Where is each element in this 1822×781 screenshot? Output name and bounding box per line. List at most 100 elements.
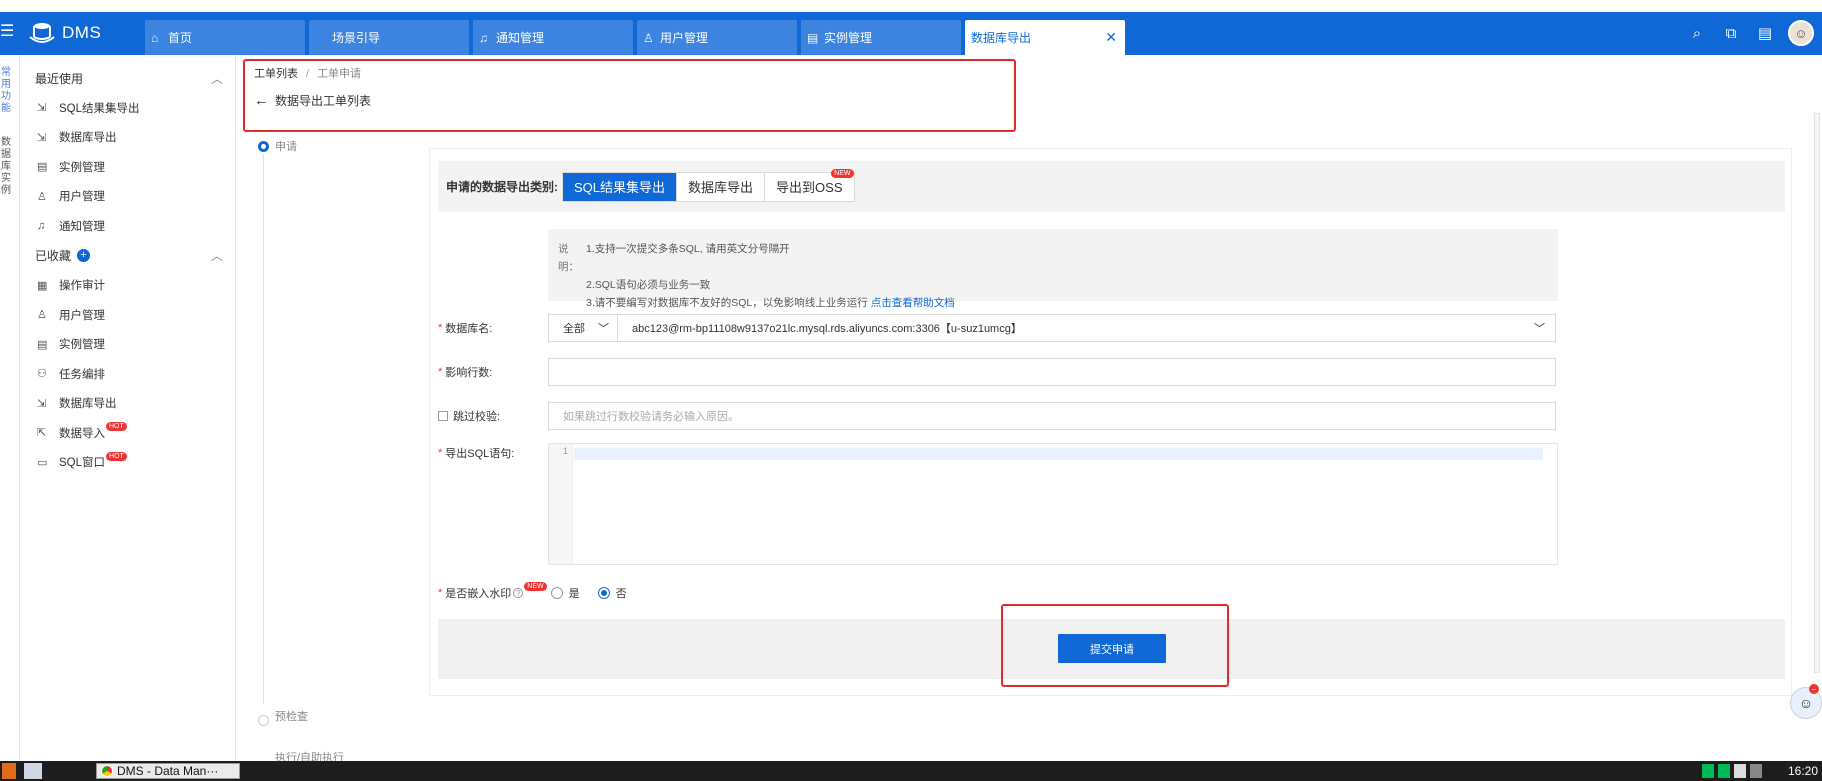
skip-check-checkbox[interactable] — [438, 411, 448, 421]
type-sql-result-export[interactable]: SQL结果集导出 — [563, 172, 678, 201]
system-tray — [1702, 763, 1782, 779]
db-name-label: 数据库名: — [445, 323, 493, 335]
step-line — [263, 154, 264, 704]
tab-notification[interactable]: ♫ 通知管理 — [473, 20, 633, 55]
new-badge: NEW — [831, 168, 854, 178]
copy-icon[interactable]: ⧉ — [1714, 25, 1748, 42]
help-doc-link[interactable]: 点击查看帮助文档 — [871, 294, 955, 312]
avatar[interactable]: ☺ — [1788, 20, 1814, 46]
sidebar-item-task-flow[interactable]: ⚇ 任务编排 — [21, 359, 235, 389]
cpu-monitor-icon — [1702, 764, 1714, 778]
chevron-up-icon[interactable]: ︿ — [211, 247, 223, 264]
hot-badge: HOT — [106, 451, 127, 461]
network-monitor-icon — [1718, 764, 1730, 778]
tab-home[interactable]: ⌂ 首页 — [145, 20, 305, 55]
keyboard-icon[interactable] — [1750, 764, 1762, 778]
sidebar-item-data-import[interactable]: ⇱ 数据导入 HOT — [21, 418, 235, 448]
tab-user-mgmt[interactable]: ♙ 用户管理 — [637, 20, 797, 55]
line-number: 1 — [549, 444, 573, 564]
export-icon: ⇲ — [37, 397, 47, 410]
tab-db-export[interactable]: 数据库导出 ✕ — [965, 20, 1125, 55]
file-manager-icon[interactable] — [24, 763, 42, 779]
rail-common[interactable]: 常用功能 — [0, 67, 19, 115]
hot-badge: HOT — [106, 422, 127, 432]
affected-rows-label: 影响行数: — [445, 367, 493, 379]
sidebar-item-notify[interactable]: ♫ 通知管理 — [21, 211, 235, 241]
menu-icon[interactable]: ☰ — [0, 24, 14, 40]
sidebar-item-audit[interactable]: ▦ 操作审计 — [21, 271, 235, 301]
database-icon: ▤ — [807, 30, 819, 45]
minimize-icon[interactable]: − — [1809, 684, 1819, 694]
step-label-apply: 申请 — [275, 141, 297, 153]
top-header: ☰ DMS ⌂ 首页 场景引导 ♫ 通知管理 ♙ 用户管理 ▤ 实例管理 数据库导出 ✕ … — [0, 12, 1822, 55]
user-icon: ♙ — [37, 190, 47, 203]
chevron-down-icon: ﹀ — [1534, 323, 1545, 335]
add-favorite-icon[interactable]: + — [77, 249, 91, 262]
db-name-row: * 数据库名: 全部 ﹀ abc123@rm-bp11108w9137o21lc.m… — [438, 314, 1556, 342]
database-icon: ▤ — [37, 161, 48, 174]
left-rail: 常用功能 数据库实例 — [0, 55, 20, 761]
taskbar: DMS - Data Man··· 16:20 — [0, 761, 1822, 781]
type-export-oss[interactable]: 导出到OSS NEW — [765, 168, 854, 201]
sidebar-item-sql-export[interactable]: ⇲ SQL结果集导出 — [21, 93, 235, 123]
export-type-label: 申请的数据导出类别: — [446, 180, 558, 194]
watermark-label: 是否嵌入水印 — [445, 588, 512, 600]
search-icon[interactable]: ⌕ — [1680, 25, 1714, 42]
chevron-up-icon[interactable]: ︿ — [211, 70, 223, 87]
window-icon: ▭ — [37, 456, 48, 469]
dms-logo[interactable]: DMS — [28, 21, 101, 45]
assistant-button[interactable]: ☺ − — [1790, 684, 1822, 719]
step-label-precheck: 预检查 — [275, 711, 308, 723]
highlight-box-title — [243, 59, 1016, 132]
export-type-bar: 申请的数据导出类别: SQL结果集导出 数据库导出 导出到OSS NEW — [438, 161, 1785, 212]
export-type-selector: SQL结果集导出 数据库导出 导出到OSS NEW — [562, 168, 855, 202]
sidebar-item-instance-fav[interactable]: ▤ 实例管理 — [21, 330, 235, 360]
step-dot-precheck — [258, 715, 269, 726]
taskbar-window-dms[interactable]: DMS - Data Man··· — [96, 763, 240, 779]
skip-check-row: 跳过校验: 如果跳过行数校验请务必输入原因。 — [438, 402, 1556, 430]
header-actions: ⌕ ⧉ ▤ ☺ — [1680, 20, 1822, 46]
main-content: 工单列表 / 工单申请 ← 数据导出工单列表 申请 预检查 执行/自助执行 申请的数… — [237, 55, 1822, 764]
sidebar-item-instance[interactable]: ▤ 实例管理 — [21, 152, 235, 182]
tab-instance-mgmt[interactable]: ▤ 实例管理 — [801, 20, 961, 55]
top-strip — [0, 0, 1822, 12]
watermark-no-radio[interactable] — [597, 587, 610, 599]
sidebar-item-sql-window[interactable]: ▭ SQL窗口 HOT — [21, 448, 235, 478]
skip-check-label: 跳过校验: — [453, 411, 501, 423]
favorites-header[interactable]: 已收藏 + ︿ — [21, 241, 235, 271]
affected-rows-row: * 影响行数: — [438, 358, 1556, 386]
home-icon: ⌂ — [151, 30, 159, 45]
import-icon: ⇱ — [37, 427, 47, 440]
sidebar-item-users[interactable]: ♙ 用户管理 — [21, 182, 235, 212]
bell-icon: ♫ — [479, 30, 488, 45]
close-icon[interactable]: ✕ — [1105, 29, 1117, 46]
start-icon[interactable] — [2, 763, 16, 779]
app-title: DMS — [62, 23, 102, 42]
type-db-export[interactable]: 数据库导出 — [677, 172, 766, 201]
document-icon[interactable]: ▤ — [1748, 24, 1782, 42]
robot-icon: ☺ — [1798, 695, 1814, 711]
p-icon[interactable] — [1734, 764, 1746, 778]
sql-editor[interactable]: 1 — [548, 443, 1558, 565]
sql-row: * 导出SQL语句: — [438, 447, 515, 460]
affected-rows-input[interactable] — [548, 358, 1556, 386]
database-icon: ▤ — [37, 338, 48, 351]
dms-logo-icon — [29, 23, 55, 43]
sidebar-item-db-export[interactable]: ⇲ 数据库导出 — [21, 123, 235, 153]
sidebar-item-db-export-fav[interactable]: ⇲ 数据库导出 — [21, 389, 235, 419]
sidebar-item-users-fav[interactable]: ♙ 用户管理 — [21, 300, 235, 330]
watermark-yes-radio[interactable] — [550, 587, 563, 599]
recent-header[interactable]: 最近使用 ︿ — [21, 63, 235, 93]
tab-scene-guide[interactable]: 场景引导 — [309, 20, 469, 55]
help-icon[interactable]: ? — [513, 588, 524, 598]
flow-icon: ⚇ — [37, 368, 47, 381]
scrollbar[interactable] — [1814, 113, 1820, 673]
new-badge: NEW — [524, 581, 547, 591]
skip-reason-input[interactable]: 如果跳过行数校验请务必输入原因。 — [548, 402, 1556, 430]
rail-db-instance[interactable]: 数据库实例 — [0, 137, 19, 197]
instructions-note: 说明： 1.支持一次提交多条SQL, 请用英文分号隔开 2.SQL语句必须与业务一… — [548, 229, 1558, 309]
step-dot-apply — [258, 141, 269, 152]
sidebar: 最近使用 ︿ ⇲ SQL结果集导出 ⇲ 数据库导出 ▤ 实例管理 ♙ 用户管理 ♫ 通知管… — [21, 55, 236, 761]
db-scope-select[interactable]: 全部 ﹀ — [548, 314, 618, 342]
db-name-select[interactable]: abc123@rm-bp11108w9137o21lc.mysql.rds.al… — [618, 314, 1556, 342]
